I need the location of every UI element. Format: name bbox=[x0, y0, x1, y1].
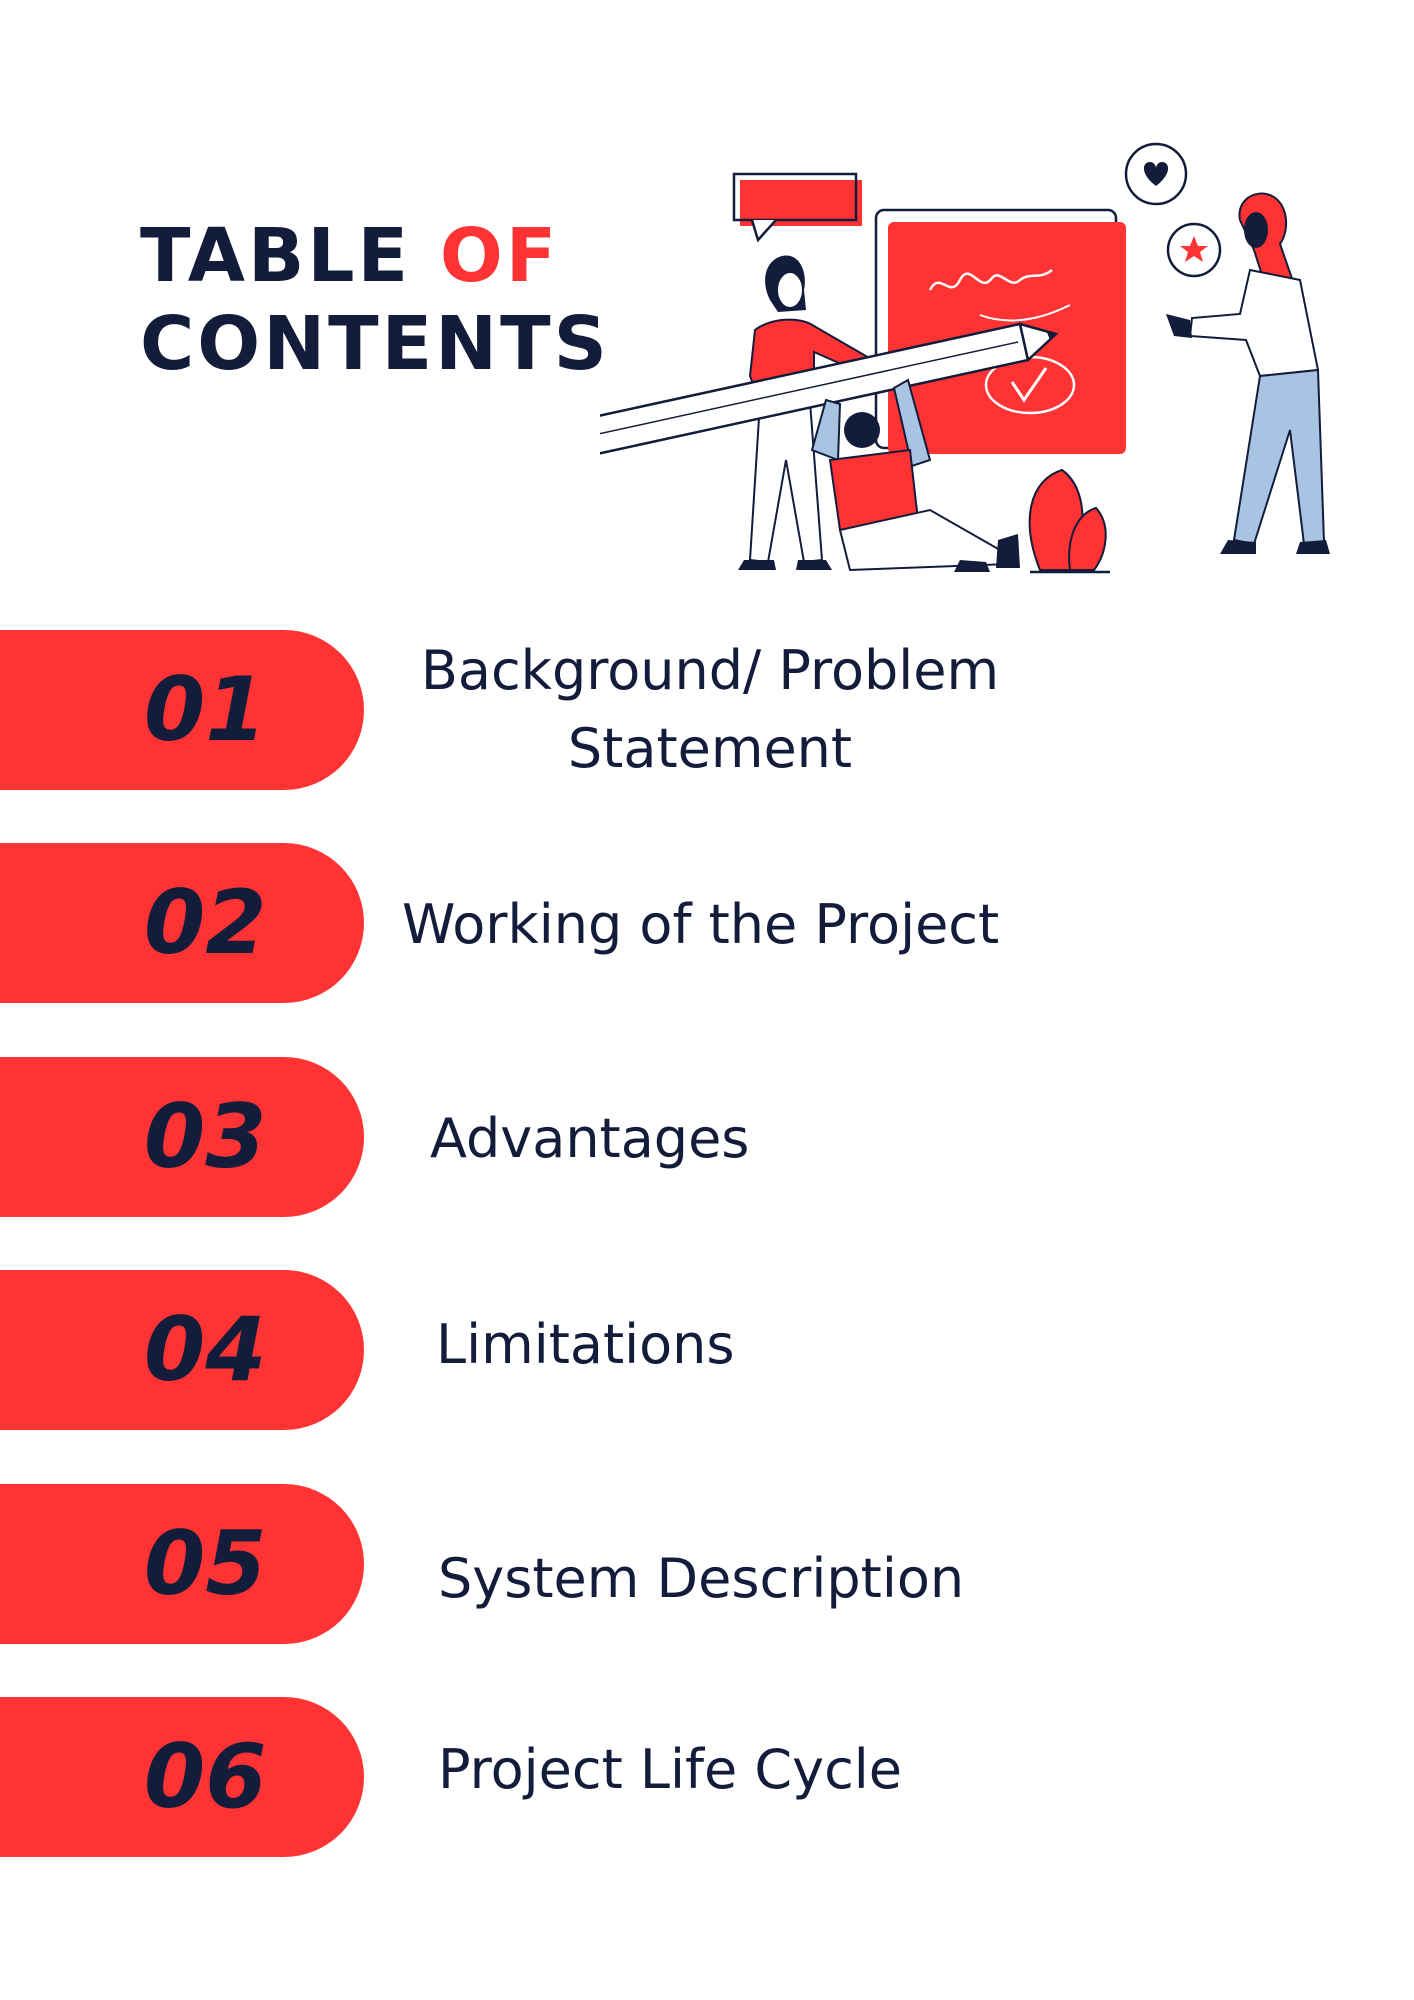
item-label-line2: Statement bbox=[567, 717, 853, 780]
title-word-contents: CONTENTS bbox=[140, 301, 610, 387]
number-pill: 04 bbox=[0, 1270, 364, 1430]
number-pill: 05 bbox=[0, 1484, 364, 1644]
toc-item-6[interactable]: 06 Project Life Cycle bbox=[0, 1697, 1414, 1857]
item-number: 03 bbox=[144, 1085, 267, 1188]
title-word-of: OF bbox=[439, 213, 560, 299]
item-label: Background/ Problem Statement bbox=[380, 632, 1040, 788]
item-number: 02 bbox=[144, 871, 267, 974]
number-pill: 01 bbox=[0, 630, 364, 790]
item-number: 05 bbox=[144, 1512, 267, 1615]
item-label: Limitations bbox=[436, 1313, 735, 1376]
heart-icon bbox=[1124, 142, 1188, 206]
item-label: Working of the Project bbox=[402, 893, 1000, 956]
toc-item-1[interactable]: 01 Background/ Problem Statement bbox=[0, 630, 1414, 790]
item-number: 01 bbox=[144, 658, 267, 761]
number-pill: 03 bbox=[0, 1057, 364, 1217]
item-label: Project Life Cycle bbox=[438, 1738, 902, 1801]
toc-item-4[interactable]: 04 Limitations bbox=[0, 1270, 1414, 1430]
number-pill: 06 bbox=[0, 1697, 364, 1857]
item-label: System Description bbox=[438, 1547, 965, 1610]
speech-bubble-icon bbox=[732, 172, 862, 243]
toc-item-3[interactable]: 03 Advantages bbox=[0, 1057, 1414, 1217]
item-number: 04 bbox=[144, 1298, 267, 1401]
toc-item-5[interactable]: 05 System Description bbox=[0, 1484, 1414, 1644]
item-number: 06 bbox=[144, 1725, 267, 1828]
title-word-table: TABLE bbox=[140, 213, 412, 299]
star-icon bbox=[1166, 222, 1222, 278]
item-label: Advantages bbox=[430, 1107, 750, 1170]
item-label-line1: Background/ Problem bbox=[420, 639, 1000, 702]
team-illustration bbox=[600, 142, 1330, 574]
number-pill: 02 bbox=[0, 843, 364, 1003]
page-title: TABLE OF CONTENTS bbox=[140, 212, 610, 388]
plant-icon bbox=[1028, 468, 1110, 574]
toc-item-2[interactable]: 02 Working of the Project bbox=[0, 843, 1414, 1003]
